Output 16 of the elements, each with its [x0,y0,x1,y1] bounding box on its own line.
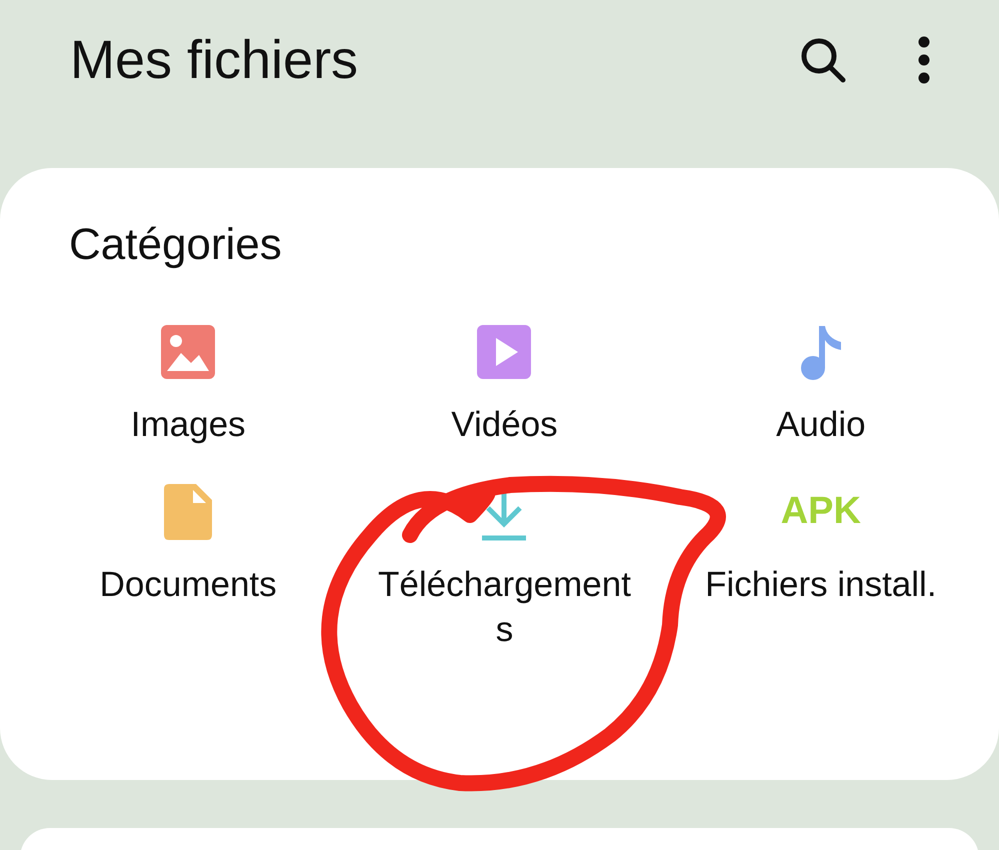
section-title: Catégories [69,220,283,270]
category-item[interactable]: APK Fichiers install. [662,482,979,652]
category-item[interactable]: Audio [662,322,979,448]
more-options-icon[interactable] [917,35,931,85]
category-label: Téléchargements [377,564,632,651]
category-label: Documents [100,564,277,606]
category-label: Audio [776,404,866,446]
category-label: Fichiers install. [705,564,937,606]
category-item[interactable]: Images [30,322,346,448]
screen-title: Mes fichiers [70,29,358,91]
apk-icon: APK [780,490,861,533]
category-item[interactable]: Vidéos [346,322,663,448]
category-item[interactable]: Téléchargements [346,482,663,652]
category-label: Images [130,404,246,446]
category-item[interactable]: Documents [30,482,346,652]
category-label: Vidéos [451,404,558,446]
